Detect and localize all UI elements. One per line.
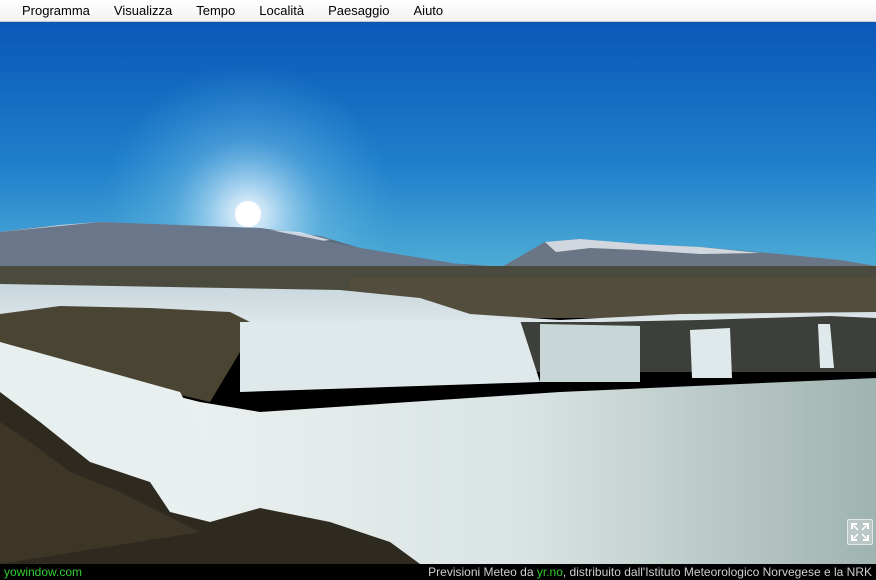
fullscreen-button[interactable] [847,519,873,545]
brand-link[interactable]: yowindow.com [4,564,82,580]
status-footer: yowindow.com Previsioni Meteo da yr.no, … [0,564,876,580]
menu-programma[interactable]: Programma [10,0,102,22]
sun-icon [235,201,261,227]
credit-prefix: Previsioni Meteo da [428,565,537,579]
menu-aiuto[interactable]: Aiuto [402,0,456,22]
forecast-credit: Previsioni Meteo da yr.no, distribuito d… [428,564,872,580]
menu-bar: Programma Visualizza Tempo Località Paes… [0,0,876,22]
menu-tempo[interactable]: Tempo [184,0,247,22]
menu-localita[interactable]: Località [247,0,316,22]
landscape-illustration [0,22,876,564]
fullscreen-icon [851,523,869,541]
menu-visualizza[interactable]: Visualizza [102,0,184,22]
weather-scene[interactable] [0,22,876,564]
menu-paesaggio[interactable]: Paesaggio [316,0,401,22]
credit-suffix: , distribuito dall'Istituto Meteorologic… [562,565,872,579]
yr-link[interactable]: yr.no [537,565,563,579]
